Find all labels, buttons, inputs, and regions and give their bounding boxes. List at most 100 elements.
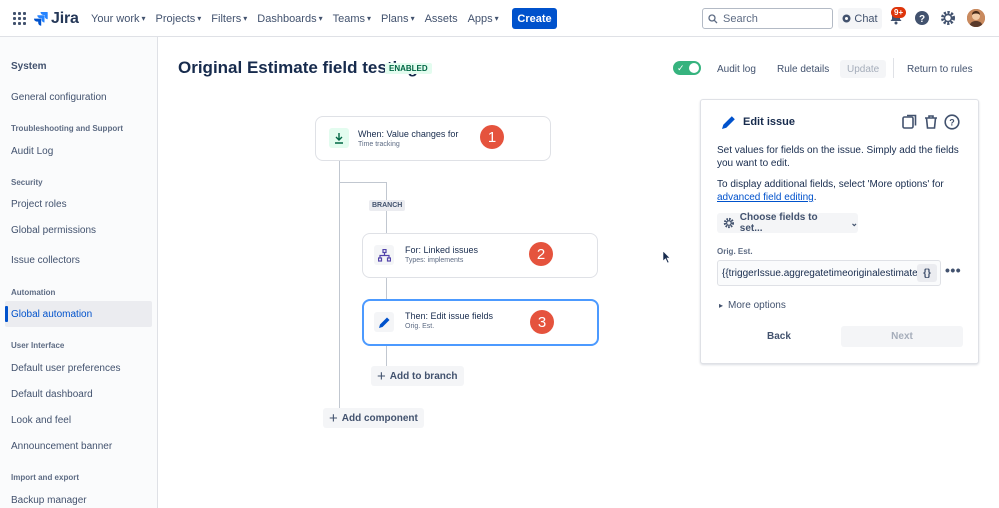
branch-icon	[374, 245, 394, 265]
chevron-down-icon: ▾	[494, 14, 499, 23]
add-to-branch-label: Add to branch	[389, 370, 458, 382]
branch-subtitle: Types: implements	[405, 257, 464, 264]
sidebar-active-indicator	[5, 306, 8, 322]
flow-connector	[386, 182, 387, 377]
status-badge: ENABLED	[385, 63, 432, 74]
pencil-icon	[374, 312, 394, 332]
sidebar-item-default-user-preferences[interactable]: Default user preferences	[11, 363, 121, 374]
mouse-cursor-icon	[663, 251, 671, 263]
more-info-suffix: .	[813, 192, 817, 203]
chevron-down-icon: ▾	[197, 14, 202, 23]
gear-icon	[723, 217, 735, 229]
nav-assets[interactable]: Assets	[420, 0, 463, 37]
branch-node[interactable]: For: Linked issues Types: implements 2	[362, 233, 598, 278]
nav-label: Apps	[467, 12, 493, 25]
nav-label: Dashboards	[257, 12, 317, 25]
create-button[interactable]: Create	[512, 8, 557, 29]
nav-plans[interactable]: Plans ▾	[376, 0, 420, 37]
chevron-down-icon: ⌄	[850, 217, 858, 228]
nav-label: Projects	[155, 12, 196, 25]
original-estimate-input[interactable]	[722, 267, 917, 279]
sidebar-item-project-roles[interactable]: Project roles	[11, 199, 67, 210]
sidebar-item-announcement-banner[interactable]: Announcement banner	[11, 441, 112, 452]
trigger-title: When: Value changes for	[358, 129, 459, 139]
update-button[interactable]: Update	[840, 60, 887, 78]
step-number-badge: 3	[530, 310, 554, 334]
sidebar-item-backup-manager[interactable]: Backup manager	[11, 495, 87, 506]
branch-label: BRANCH	[369, 200, 406, 211]
action-title: Then: Edit issue fields	[405, 311, 494, 321]
nav-filters[interactable]: Filters ▾	[206, 0, 252, 37]
add-to-branch-button[interactable]: + Add to branch	[371, 366, 464, 386]
rule-enabled-toggle[interactable]: ✓	[673, 61, 701, 75]
nav-dashboards[interactable]: Dashboards ▾	[252, 0, 327, 37]
audit-log-button[interactable]: Audit log	[717, 60, 756, 78]
nav-label: Your work	[91, 12, 140, 25]
panel-more-info: To display additional fields, select 'Mo…	[717, 178, 967, 204]
more-info-text: To display additional fields, select 'Mo…	[717, 179, 944, 190]
original-estimate-field[interactable]: {}	[717, 260, 941, 286]
check-icon: ✓	[677, 63, 685, 73]
app-switcher-icon[interactable]	[13, 12, 26, 25]
chevron-down-icon: ▾	[243, 14, 248, 23]
nav-label: Assets	[424, 12, 458, 25]
user-avatar[interactable]	[967, 9, 985, 27]
add-component-button[interactable]: + Add component	[323, 408, 424, 428]
sidebar-item-look-and-feel[interactable]: Look and feel	[11, 415, 71, 426]
sidebar-item-global-automation[interactable]: Global automation	[11, 309, 92, 320]
back-button[interactable]: Back	[767, 331, 791, 342]
sidebar-item-global-permissions[interactable]: Global permissions	[11, 225, 96, 236]
sidebar-item-issue-collectors[interactable]: Issue collectors	[11, 255, 80, 266]
more-options-toggle[interactable]: ▸ More options	[719, 300, 786, 311]
search-box[interactable]	[702, 8, 833, 29]
branch-title: For: Linked issues	[405, 245, 479, 255]
nav-your-work[interactable]: Your work ▾	[86, 0, 151, 37]
nav-teams[interactable]: Teams ▾	[328, 0, 376, 37]
notification-count-badge: 9+	[891, 7, 907, 18]
search-input[interactable]	[723, 12, 823, 25]
help-icon[interactable]: ?	[914, 10, 930, 26]
smart-values-button[interactable]: {}	[917, 264, 937, 282]
sidebar-item-audit-log[interactable]: Audit Log	[11, 146, 53, 157]
nav-label: Filters	[211, 12, 242, 25]
rule-details-button[interactable]: Rule details	[777, 60, 829, 78]
value-changes-icon	[329, 128, 349, 148]
jira-logo[interactable]: Jira	[34, 10, 79, 28]
svg-text:?: ?	[949, 118, 955, 128]
chevron-down-icon: ▾	[367, 14, 372, 23]
action-node[interactable]: Then: Edit issue fields Orig. Est. 3	[362, 299, 599, 346]
choose-fields-label: Choose fields to set...	[739, 212, 818, 234]
sidebar-item-general-configuration[interactable]: General configuration	[11, 92, 107, 103]
return-to-rules-button[interactable]: Return to rules	[907, 60, 973, 78]
chevron-right-icon: ▸	[719, 301, 724, 310]
nav-label: Plans	[381, 12, 409, 25]
sidebar-heading-troubleshooting: Troubleshooting and Support	[11, 124, 123, 133]
sidebar-title: System	[11, 61, 47, 72]
settings-icon[interactable]	[940, 10, 956, 26]
logo-text: Jira	[51, 10, 79, 27]
sidebar-heading-user-interface: User Interface	[11, 341, 65, 350]
step-number-badge: 2	[529, 242, 553, 266]
nav-apps[interactable]: Apps ▾	[463, 0, 504, 37]
plus-icon: +	[329, 409, 338, 427]
advanced-field-editing-link[interactable]: advanced field editing	[717, 192, 814, 203]
top-navigation: Jira Your work ▾ Projects ▾ Filters ▾ Dashb…	[0, 0, 999, 37]
nav-projects[interactable]: Projects ▾	[151, 0, 207, 37]
panel-title: Edit issue	[743, 116, 795, 128]
help-icon[interactable]: ?	[944, 114, 960, 130]
panel-description: Set values for fields on the issue. Simp…	[717, 145, 959, 169]
chat-button[interactable]: Chat	[838, 8, 882, 29]
next-button[interactable]: Next	[841, 326, 963, 347]
choose-fields-dropdown[interactable]: Choose fields to set... ⌄	[717, 212, 858, 234]
sidebar-heading-security: Security	[11, 178, 43, 187]
more-actions-icon[interactable]: •••	[945, 262, 961, 278]
header-divider	[893, 58, 894, 78]
nav-label: Teams	[332, 12, 366, 25]
trash-icon[interactable]	[923, 114, 939, 130]
sidebar: System General configuration Troubleshoo…	[0, 37, 158, 508]
sidebar-item-default-dashboard[interactable]: Default dashboard	[11, 389, 93, 400]
duplicate-icon[interactable]	[902, 114, 918, 130]
pencil-icon	[722, 116, 735, 129]
page-title: Original Estimate field testing	[178, 58, 418, 77]
trigger-node[interactable]: When: Value changes for Time tracking 1	[315, 116, 551, 161]
